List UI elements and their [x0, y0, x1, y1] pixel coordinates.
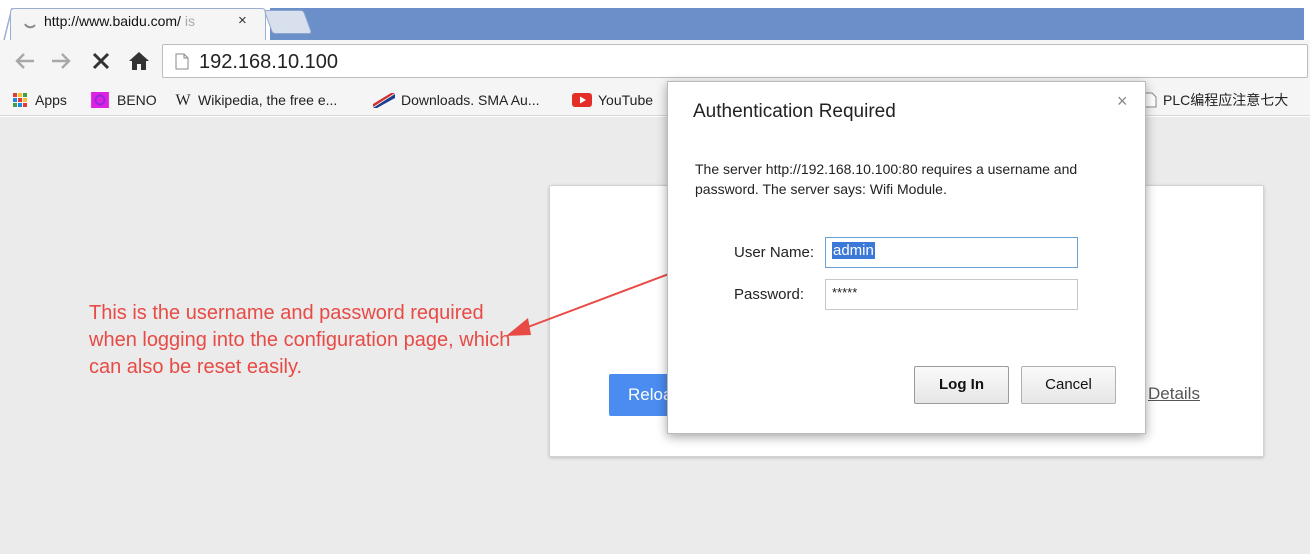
- loading-spinner-icon: [24, 23, 36, 29]
- apps-grid-icon: [13, 93, 27, 107]
- tab-close-icon[interactable]: ×: [238, 12, 247, 29]
- details-link[interactable]: Details: [1148, 384, 1200, 404]
- page-icon: [175, 53, 189, 70]
- bookmark-sma[interactable]: Downloads. SMA Au...: [373, 90, 540, 110]
- youtube-icon: [572, 93, 592, 107]
- username-label: User Name:: [734, 244, 815, 261]
- login-button[interactable]: Log In: [914, 366, 1009, 404]
- annotation-text: This is the username and password requir…: [89, 302, 511, 378]
- bookmark-wikipedia[interactable]: W Wikipedia, the free e...: [174, 90, 337, 110]
- tab-title: http://www.baidu.com/ is: [44, 13, 195, 29]
- username-value: admin: [832, 242, 875, 259]
- home-icon[interactable]: [128, 51, 150, 71]
- bookmark-label: PLC编程应注意七大: [1163, 92, 1289, 108]
- sma-icon: [373, 93, 395, 108]
- bookmark-youtube[interactable]: YouTube: [572, 90, 653, 110]
- password-label: Password:: [734, 286, 805, 303]
- close-icon[interactable]: ×: [1117, 91, 1128, 112]
- wikipedia-icon: W: [175, 92, 191, 109]
- bookmark-label: Wikipedia, the free e...: [198, 92, 338, 108]
- back-icon[interactable]: [14, 52, 36, 70]
- bookmark-label: Downloads. SMA Au...: [401, 92, 540, 108]
- new-tab-button[interactable]: [263, 10, 313, 34]
- tab-strip-background: [270, 8, 1304, 40]
- bookmark-beno[interactable]: BENO: [89, 90, 157, 110]
- bookmark-label: BENO: [117, 92, 157, 108]
- cancel-button[interactable]: Cancel: [1021, 366, 1116, 404]
- bookmark-label: Apps: [35, 92, 67, 108]
- dialog-message: The server http://192.168.10.100:80 requ…: [695, 161, 1078, 197]
- url-text: 192.168.10.100: [199, 51, 339, 73]
- stop-icon[interactable]: [92, 52, 110, 70]
- dialog-title: Authentication Required: [693, 101, 896, 122]
- forward-icon[interactable]: [50, 52, 72, 70]
- bookmark-plc[interactable]: PLC编程应注意七大: [1143, 90, 1288, 110]
- beno-icon: [91, 92, 109, 108]
- username-input[interactable]: admin: [825, 237, 1078, 268]
- password-input[interactable]: *****: [825, 279, 1078, 310]
- tab-strip: http://www.baidu.com/ is ×: [0, 0, 1310, 40]
- address-bar[interactable]: 192.168.10.100: [162, 44, 1308, 78]
- bookmark-apps[interactable]: Apps: [11, 90, 67, 110]
- bookmark-label: YouTube: [598, 92, 654, 108]
